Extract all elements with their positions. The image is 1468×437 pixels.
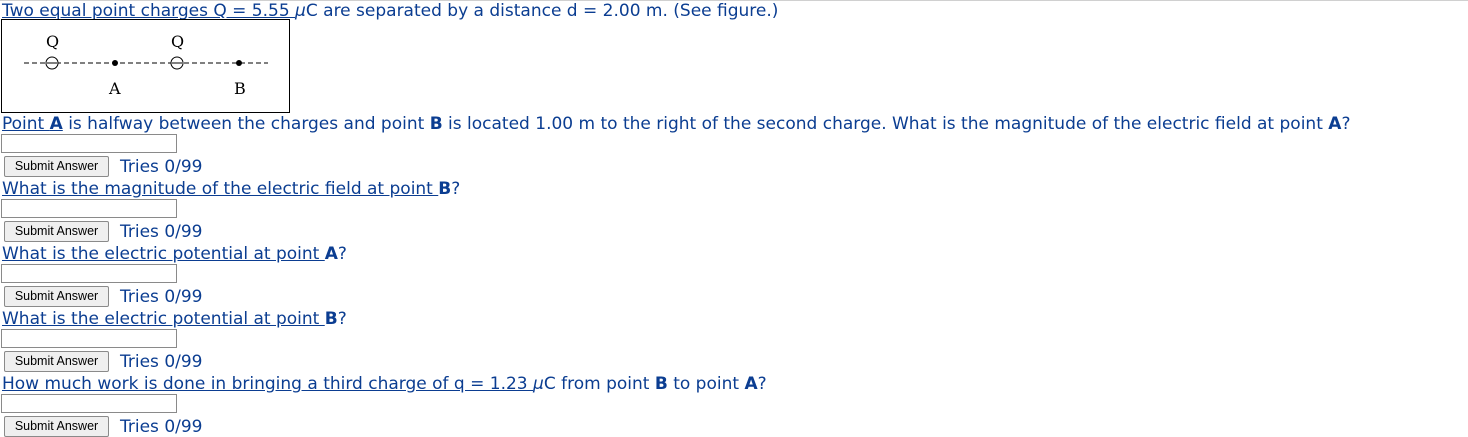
- q1-text-1: Point: [2, 114, 50, 134]
- q3-point-a: A: [324, 244, 338, 264]
- q1-point-b: B: [429, 114, 443, 134]
- answer-input-2[interactable]: [1, 199, 177, 218]
- q3-text-2: ?: [337, 244, 347, 264]
- submit-answer-button-1[interactable]: Submit Answer: [4, 156, 109, 177]
- point-a-label: A: [108, 79, 121, 98]
- charges-figure: Q Q A B: [1, 19, 290, 113]
- tries-counter-1: Tries 0/99: [120, 157, 203, 177]
- tries-counter-3: Tries 0/99: [120, 287, 203, 307]
- q5-text-1: How much work is done in bringing a thir…: [2, 374, 534, 394]
- question-2: What is the magnitude of the electric fi…: [2, 179, 460, 199]
- question-5: How much work is done in bringing a thir…: [2, 374, 767, 394]
- question-3: What is the electric potential at point …: [2, 244, 347, 264]
- tries-counter-4: Tries 0/99: [120, 352, 203, 372]
- q1-text-4: ?: [1341, 114, 1351, 134]
- q1-point-a: A: [49, 114, 63, 134]
- q1-text-2: is halfway between the charges and point: [62, 114, 430, 134]
- point-b-dot: [236, 60, 242, 66]
- tries-counter-2: Tries 0/99: [120, 222, 203, 242]
- q5-text-3: to point: [667, 374, 745, 394]
- charge-1: [45, 56, 59, 70]
- question-1: Point A is halfway between the charges a…: [2, 114, 1350, 134]
- charge-label-1: Q: [46, 32, 59, 51]
- point-a-dot: [112, 60, 118, 66]
- q4-point-b: B: [324, 309, 338, 329]
- answer-input-1[interactable]: [1, 134, 177, 153]
- q2-text-1: What is the magnitude of the electric fi…: [2, 179, 439, 199]
- submit-answer-button-5[interactable]: Submit Answer: [4, 416, 109, 437]
- q5-point-b: B: [654, 374, 668, 394]
- charge-label-2: Q: [171, 32, 184, 51]
- submit-answer-button-4[interactable]: Submit Answer: [4, 351, 109, 372]
- q1-point-a2: A: [1328, 114, 1342, 134]
- q3-text-1: What is the electric potential at point: [2, 244, 325, 264]
- q5-micro-symbol: µ: [533, 374, 544, 394]
- submit-answer-button-3[interactable]: Submit Answer: [4, 286, 109, 307]
- q2-text-2: ?: [451, 179, 461, 199]
- intro-text-2: C are separated by a distance d = 2.00 m…: [305, 1, 779, 21]
- q5-text-4: ?: [757, 374, 767, 394]
- tries-counter-5: Tries 0/99: [120, 417, 203, 437]
- point-b-label: B: [234, 79, 246, 98]
- q5-text-2: C from point: [543, 374, 655, 394]
- submit-answer-button-2[interactable]: Submit Answer: [4, 221, 109, 242]
- q2-point-b: B: [438, 179, 452, 199]
- answer-input-3[interactable]: [1, 264, 177, 283]
- intro-text-1: Two equal point charges Q = 5.55: [2, 1, 296, 21]
- charge-2: [170, 56, 184, 70]
- q4-text-2: ?: [337, 309, 347, 329]
- q5-point-a: A: [744, 374, 758, 394]
- question-4: What is the electric potential at point …: [2, 309, 347, 329]
- q1-text-3: is located 1.00 m to the right of the se…: [442, 114, 1329, 134]
- micro-symbol: µ: [295, 1, 306, 21]
- problem-intro: Two equal point charges Q = 5.55 µC are …: [2, 1, 778, 21]
- q4-text-1: What is the electric potential at point: [2, 309, 325, 329]
- answer-input-5[interactable]: [1, 394, 177, 413]
- answer-input-4[interactable]: [1, 329, 177, 348]
